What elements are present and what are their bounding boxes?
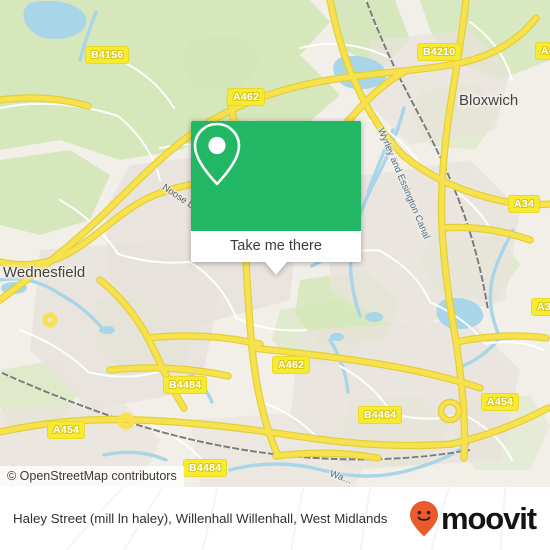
callout-pointer-tail (265, 262, 287, 275)
location-title: Haley Street (mill ln haley), Willenhall… (13, 510, 388, 526)
place-label-bloxwich: Bloxwich (459, 92, 519, 109)
shield-a462-n: A462 (227, 88, 266, 106)
shield-a4-ne: A4 (535, 42, 550, 60)
location-callout[interactable]: Take me there (191, 121, 361, 275)
shield-b4484: B4484 (163, 376, 208, 394)
shield-b4210: B4210 (417, 43, 462, 61)
shield-a454-w: A454 (47, 421, 86, 439)
shield-b4464: B4464 (358, 406, 403, 424)
shield-b4156: B4156 (85, 46, 130, 64)
moovit-brand[interactable]: moovit (409, 500, 537, 538)
map-pin-icon (193, 122, 241, 186)
take-me-there-label: Take me there (230, 238, 322, 255)
shield-a462-c: A462 (272, 356, 311, 374)
footer-bar: Haley Street (mill ln haley), Willenhall… (0, 487, 550, 550)
footer-content: Haley Street (mill ln haley), Willenhall… (0, 487, 550, 550)
place-label-wednesfield: Wednesfield (3, 264, 86, 281)
map-canvas[interactable]: B4156 A462 B4210 A4 A34 A34 A462 B4484 B4464 A454… (0, 0, 550, 487)
moovit-location-share-card: B4156 A462 B4210 A4 A34 A34 A462 B4484 B4464 A454… (0, 0, 550, 550)
shield-a454-e: A454 (481, 393, 520, 411)
moovit-wordmark: moovit (440, 501, 537, 536)
take-me-there-button[interactable]: Take me there (191, 231, 361, 262)
osm-attribution[interactable]: © OpenStreetMap contributors (0, 466, 184, 487)
shield-a34-e: A34 (508, 195, 541, 213)
moovit-smiley-pin-icon (409, 500, 438, 536)
callout-body (191, 121, 361, 231)
shield-b4484-s: B4484 (183, 459, 228, 477)
shield-a34-se: A34 (531, 298, 550, 316)
